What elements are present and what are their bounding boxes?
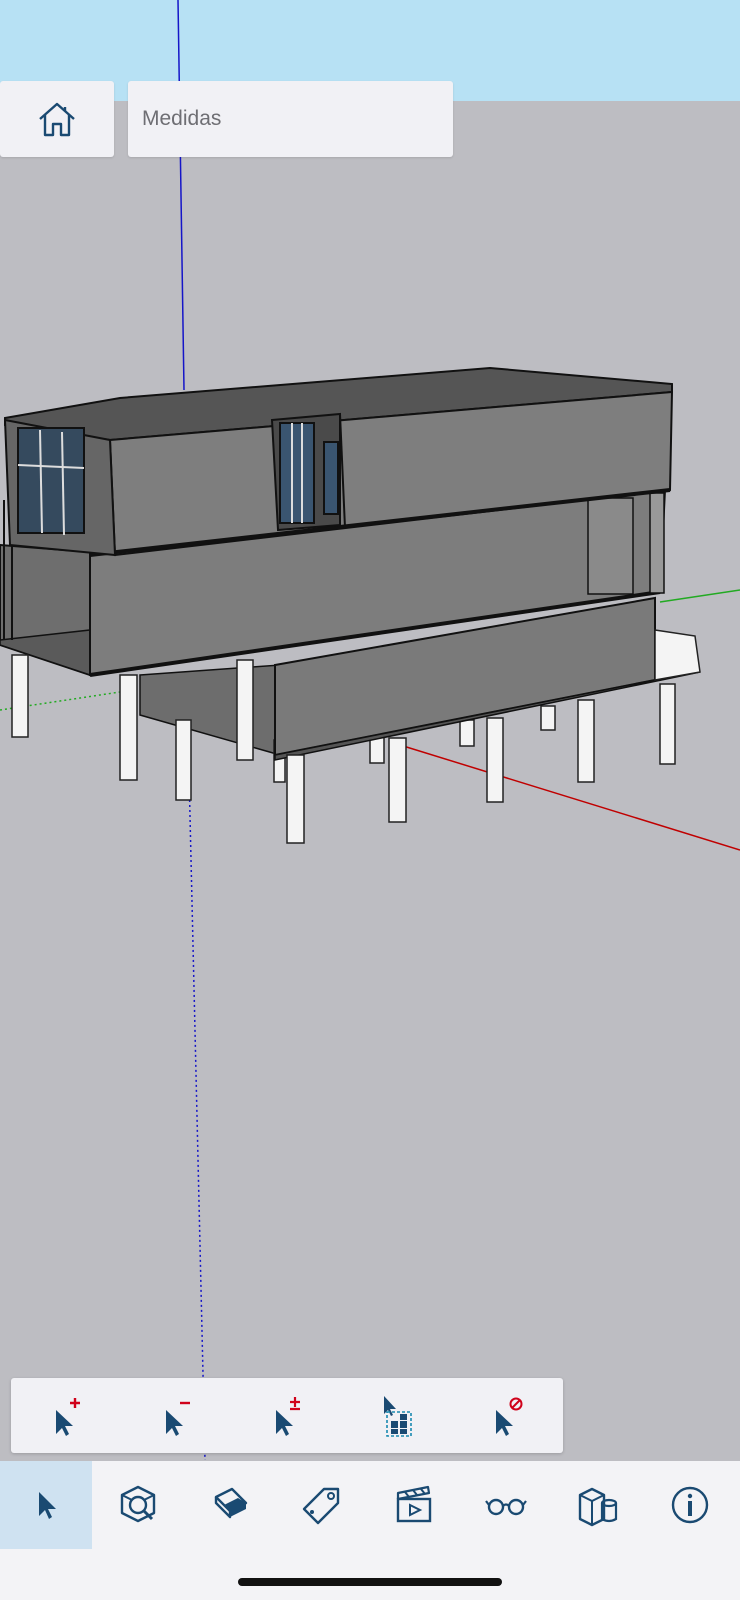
blue-axis (177, 0, 185, 391)
home-button[interactable] (0, 81, 114, 157)
home-icon (39, 102, 75, 137)
home-indicator (238, 1578, 502, 1586)
view-glasses-icon (485, 1498, 527, 1516)
select-subtract-icon (166, 1401, 190, 1436)
select-none-icon (496, 1397, 523, 1436)
info-button[interactable] (644, 1461, 736, 1549)
eraser-icon (214, 1487, 248, 1519)
tag-button[interactable] (276, 1461, 368, 1549)
select-tool-icon (39, 1492, 56, 1519)
measurements-field[interactable]: Medidas (128, 81, 453, 157)
orbit-zoom-icon (120, 1485, 156, 1523)
select-all-button[interactable] (341, 1378, 451, 1453)
green-axis (659, 589, 740, 603)
tag-icon (302, 1487, 340, 1525)
orbit-zoom-button[interactable] (92, 1461, 184, 1549)
scenes-button[interactable] (368, 1461, 460, 1549)
select-all-icon (384, 1395, 412, 1437)
info-icon (671, 1486, 709, 1524)
components-button[interactable] (552, 1461, 644, 1549)
selection-toolbar (11, 1378, 563, 1453)
select-tool-button[interactable] (0, 1461, 92, 1549)
select-add-button[interactable] (11, 1378, 121, 1453)
3d-viewport[interactable] (0, 0, 740, 1460)
select-add-icon (56, 1397, 80, 1436)
measurements-placeholder: Medidas (142, 107, 222, 130)
building-model[interactable] (0, 0, 740, 1460)
view-button[interactable] (460, 1461, 552, 1549)
select-toggle-button[interactable] (231, 1378, 341, 1453)
select-toggle-icon (276, 1396, 300, 1436)
scenes-icon (396, 1485, 432, 1523)
select-none-button[interactable] (451, 1378, 561, 1453)
select-subtract-button[interactable] (121, 1378, 231, 1453)
components-icon (578, 1487, 618, 1527)
eraser-button[interactable] (184, 1461, 276, 1549)
blue-axis-negative (187, 729, 206, 1460)
red-axis (399, 744, 740, 851)
